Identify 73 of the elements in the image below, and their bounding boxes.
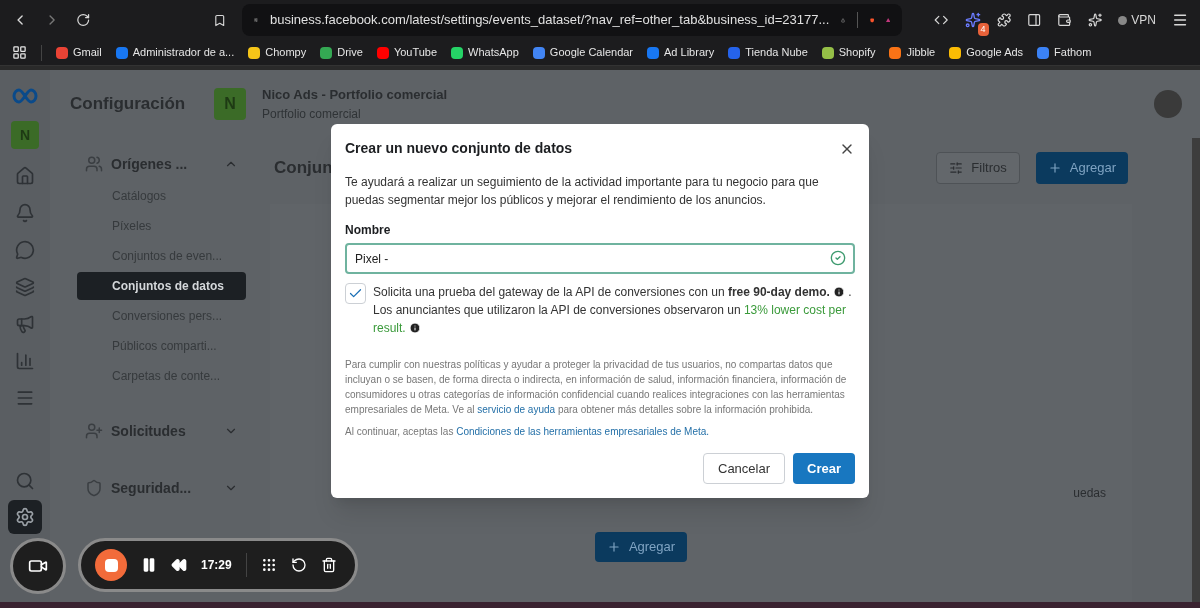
bookmark-item[interactable]: Tienda Nube [728,44,808,61]
bookmark-item[interactable]: Drive [320,44,363,61]
stop-button[interactable] [95,549,127,581]
favicon-icon [115,46,128,59]
bookmark-item[interactable]: Shopify [821,44,876,61]
bookmark-item[interactable]: WhatsApp [451,44,519,61]
vpn-button[interactable]: VPN [1118,11,1156,29]
privacy-notice: Para cumplir con nuestras políticas y ayudar a proteger la privacidad de tus usuarios, no compartas datos que incluyan o se basen, de forma directa o indirecta, en información de salud, información financiera, información de consumidores u otras categorías de información confidencial cuando realices integraciones con las herramientas empresariales de Meta. Ve al servicio de ayuda para obtener más detalles sobre la información prohibida. [345,358,848,417]
people-icon [85,155,103,173]
favicon-icon [728,46,741,59]
rewind-icon[interactable] [171,557,187,573]
sparkle-icon[interactable] [1087,12,1103,28]
add-button[interactable]: Agregar [594,532,688,562]
consent-text: Solicita una prueba del gateway de la API de conversiones con un free 90-day demo. . Los anunciantes que utilizaron la API de conversiones observaron un 13% lower cost per result. [373,284,853,337]
dialog-title: Crear un nuevo conjunto de datos [345,139,573,158]
bookmark-item[interactable]: Fathom [1037,44,1092,61]
info-icon[interactable] [833,286,846,298]
trash-icon[interactable] [320,557,337,573]
bookmark-icon[interactable] [212,12,227,28]
favicon-icon [647,46,660,59]
bookmark-item[interactable]: Google Ads [949,44,1024,61]
pause-icon[interactable] [141,557,157,573]
plus-icon [1047,161,1062,175]
wallet-icon[interactable] [1057,12,1072,28]
address-bar[interactable]: business.facebook.com/latest/settings/events_dataset/?nav_ref=other_tab&business_id=23177... [242,4,903,36]
person-add-icon [85,422,103,440]
url-text: business.facebook.com/latest/settings/events_dataset/?nav_ref=other_tab&business_id=23177... [269,11,830,30]
extension-icon[interactable] [964,12,981,28]
bookmark-item[interactable]: Google Calendar [532,44,634,61]
bookmark-item[interactable]: Chompy [248,44,307,61]
scrollbar[interactable] [1192,138,1200,602]
grid-icon[interactable] [260,557,277,573]
favicon-icon [451,46,464,59]
favicon-icon [949,46,962,59]
gear-icon [15,507,35,527]
dialog-description: Te ayudará a realizar un seguimiento de la actividad importante para tu negocio para que puedas segmentar mejor los públicos y mejorar el rendimiento de los anuncios. [345,174,820,209]
sidebar-icon[interactable] [1026,12,1042,28]
restart-icon[interactable] [290,557,307,573]
name-field[interactable]: Pixel - [345,243,855,274]
settings-button[interactable] [8,500,42,534]
empty-state-text: uedas [1073,485,1106,502]
sidebar-item[interactable]: Conjuntos de datos [77,272,246,300]
bookmark-item[interactable]: Ad Library [647,44,715,61]
help-link[interactable]: servicio de ayuda [477,404,556,415]
plus-icon [606,540,621,554]
terms-link[interactable]: Condiciones de las herramientas empresariales de Meta. [456,426,710,437]
favicon-icon [532,46,545,59]
shield-icon [85,479,103,497]
field-label: Nombre [345,222,392,239]
apps-icon[interactable] [12,45,27,60]
favicon-icon [320,46,333,59]
terms-notice: Al continuar, aceptas las Condiciones de las herramientas empresariales de Meta. [345,425,711,439]
create-button[interactable]: Crear [793,453,855,484]
favicon-icon [1037,46,1050,59]
favicon-icon [889,46,902,59]
reload-icon[interactable] [76,12,91,28]
add-button[interactable]: Agregar [1035,152,1128,184]
extension-badge: 4 [977,23,989,36]
favicon-icon [56,46,68,59]
extensions-icon[interactable] [996,12,1011,28]
favicon-icon [821,46,834,59]
infinity-logo-icon [10,88,40,104]
cancel-button[interactable]: Cancelar [703,453,786,484]
bookmark-item[interactable]: YouTube [376,44,438,61]
info-icon[interactable] [409,322,422,334]
filter-icon [949,161,964,175]
bookmark-item[interactable]: Administrador de a... [115,44,235,61]
checkbox[interactable] [345,283,366,304]
favicon-icon [376,46,389,59]
recording-timer: 17:29 [201,557,232,574]
favicon-icon [248,46,261,59]
bookmark-item[interactable]: Jibble [889,44,936,61]
bookmark-item[interactable]: Gmail [56,44,102,61]
